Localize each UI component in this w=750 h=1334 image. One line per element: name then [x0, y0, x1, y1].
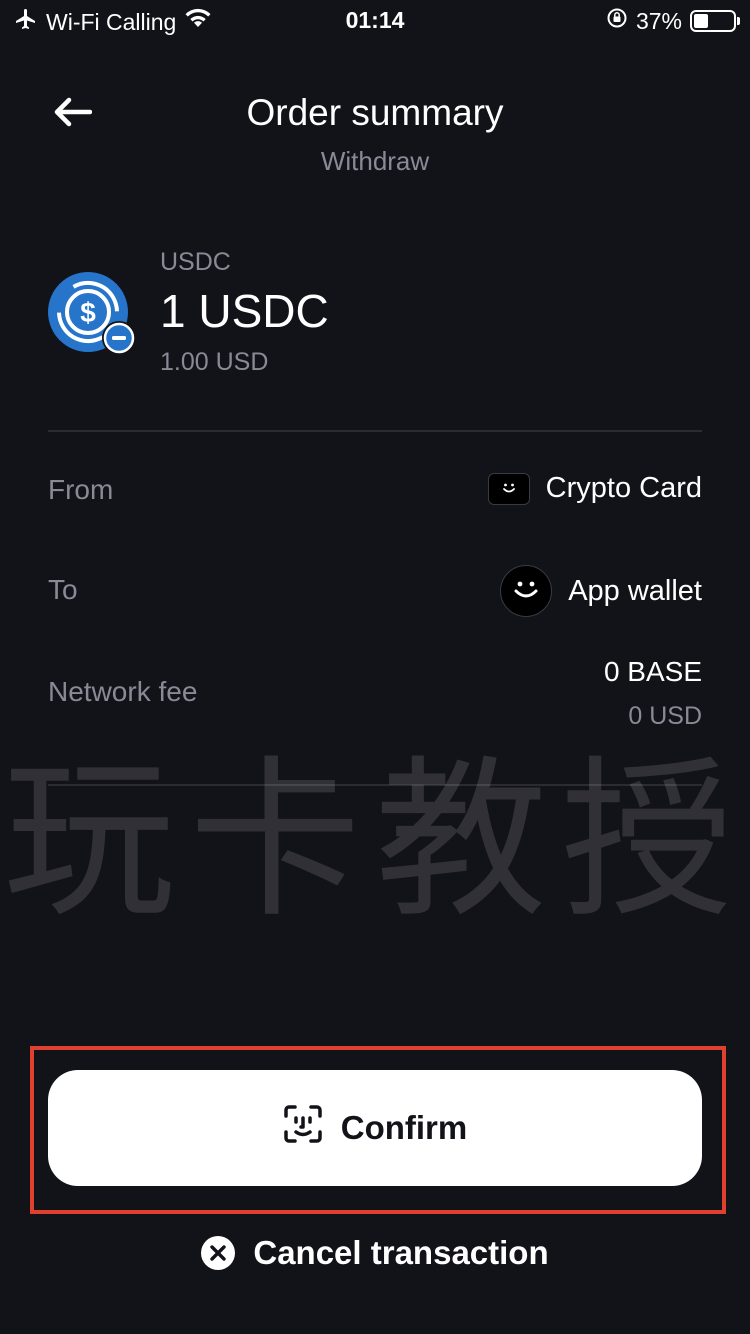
- watermark: 玩卡教授: [3, 740, 747, 941]
- to-value-text: App wallet: [568, 574, 702, 607]
- to-label: To: [48, 574, 78, 605]
- asset-value: 1.00 USD: [160, 348, 269, 376]
- from-label: From: [48, 474, 114, 505]
- cancel-label: Cancel transaction: [253, 1234, 549, 1271]
- status-right: 37%: [606, 7, 740, 35]
- from-value-text: Crypto Card: [545, 472, 702, 504]
- battery-percent: 37%: [635, 7, 682, 34]
- from-value: Crypto Card: [487, 472, 702, 505]
- network-fee-usd: 0 USD: [628, 702, 702, 730]
- page-title: Order summary: [246, 92, 504, 133]
- close-circle-icon: [201, 1236, 236, 1270]
- network-fee-value: 0 BASE: [603, 656, 702, 687]
- card-icon: [487, 472, 530, 505]
- svg-text:$: $: [80, 297, 96, 328]
- asset-amount: 1 USDC: [160, 285, 329, 337]
- confirm-button[interactable]: Confirm: [48, 1070, 702, 1186]
- confirm-label: Confirm: [340, 1109, 468, 1146]
- asset-label: USDC: [160, 248, 231, 276]
- usdc-icon: $: [48, 272, 136, 355]
- divider: [48, 430, 702, 432]
- wallet-icon: [500, 565, 553, 617]
- battery-fill: [694, 14, 709, 28]
- divider: [48, 784, 702, 786]
- cancel-transaction-button[interactable]: Cancel transaction: [0, 1234, 750, 1272]
- face-id-icon: [283, 1104, 323, 1152]
- battery-icon: [690, 10, 740, 32]
- orientation-lock-icon: [606, 7, 628, 35]
- network-fee-label: Network fee: [48, 676, 198, 707]
- to-value: App wallet: [500, 565, 702, 617]
- page-subtitle: Withdraw: [320, 146, 430, 176]
- status-bar: Wi-Fi Calling 01:14 37%: [0, 0, 750, 42]
